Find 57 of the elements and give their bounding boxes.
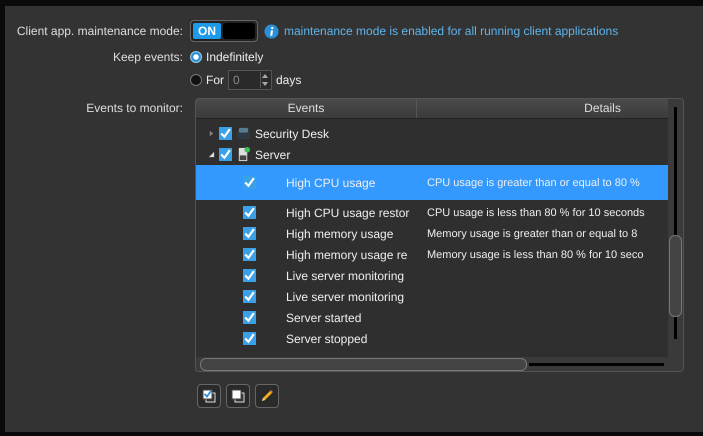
checkbox[interactable]: [243, 206, 256, 219]
desk-icon: [236, 126, 251, 141]
event-details: Memory usage is less than 80 % for 10 seco: [427, 248, 644, 260]
table-row[interactable]: High memory usage re Memory usage is less than 80 % for 10 seco: [196, 244, 668, 265]
table-row[interactable]: Server stopped: [196, 328, 668, 349]
table-row[interactable]: Live server monitoring: [196, 286, 668, 307]
event-name: High memory usage: [285, 226, 394, 240]
checkbox[interactable]: [243, 311, 256, 324]
uncheck-all-button[interactable]: [226, 384, 250, 408]
table-row[interactable]: High CPU usage restor CPU usage is less than 80 % for 10 seconds: [196, 202, 668, 223]
stacked-checkboxes-icon: [201, 388, 217, 404]
check-all-button[interactable]: [197, 384, 221, 408]
table-row[interactable]: Server started: [196, 307, 668, 328]
vertical-scrollbar[interactable]: [668, 99, 683, 371]
field-label: Keep events:: [112, 49, 184, 66]
tree-item-label[interactable]: Server: [255, 148, 290, 162]
expand-arrow-icon[interactable]: [208, 151, 215, 158]
event-details: CPU usage is greater than or equal to 80 %: [427, 176, 640, 188]
column-header[interactable]: Events: [196, 99, 417, 118]
checkbox[interactable]: [243, 290, 256, 303]
checkbox[interactable]: [243, 176, 256, 189]
decrement-arrow-icon[interactable]: [261, 80, 269, 88]
event-name: Live server monitoring: [285, 268, 406, 282]
event-details: CPU usage is less than 80 % for 10 seconds: [427, 206, 645, 218]
radio-button[interactable]: [190, 74, 202, 86]
horizontal-scrollbar[interactable]: [196, 357, 668, 371]
event-name: Server started: [285, 310, 362, 324]
server-icon: [236, 147, 251, 162]
table-row[interactable]: High memory usage Memory usage is greater than or equal to 8: [196, 223, 668, 244]
table-row[interactable]: Live server monitoring: [196, 265, 668, 286]
increment-arrow-icon[interactable]: [261, 72, 269, 80]
field-label: Events to monitor:: [85, 100, 184, 115]
checkbox[interactable]: [219, 148, 232, 161]
field-label: Client app. maintenance mode:: [16, 24, 184, 38]
tree-item-label[interactable]: Security Desk: [255, 126, 330, 140]
checkbox[interactable]: [243, 227, 256, 240]
radio-button[interactable]: [190, 51, 202, 63]
radio-label[interactable]: Indefinitely: [206, 50, 264, 64]
event-name: High CPU usage: [285, 176, 376, 190]
radio-label[interactable]: For: [206, 73, 224, 87]
stacked-squares-icon: [230, 388, 246, 404]
event-name: Server stopped: [285, 332, 368, 346]
column-header[interactable]: Details: [417, 99, 668, 118]
number-field[interactable]: 0: [228, 70, 272, 90]
checkbox[interactable]: [243, 332, 256, 345]
edit-button[interactable]: [255, 384, 279, 408]
unit-label: days: [276, 73, 302, 87]
pencil-icon: [259, 388, 275, 404]
info-message: maintenance mode is enabled for all running client applications: [284, 24, 618, 38]
checkbox[interactable]: [219, 127, 232, 140]
checkbox[interactable]: [243, 248, 256, 261]
event-name: High CPU usage restor: [285, 206, 410, 220]
event-details: Memory usage is greater than or equal to 8: [427, 228, 638, 240]
info-icon: [264, 24, 279, 38]
event-name: High memory usage re: [285, 248, 408, 262]
checkbox[interactable]: [243, 269, 256, 282]
event-name: Live server monitoring: [285, 290, 406, 304]
